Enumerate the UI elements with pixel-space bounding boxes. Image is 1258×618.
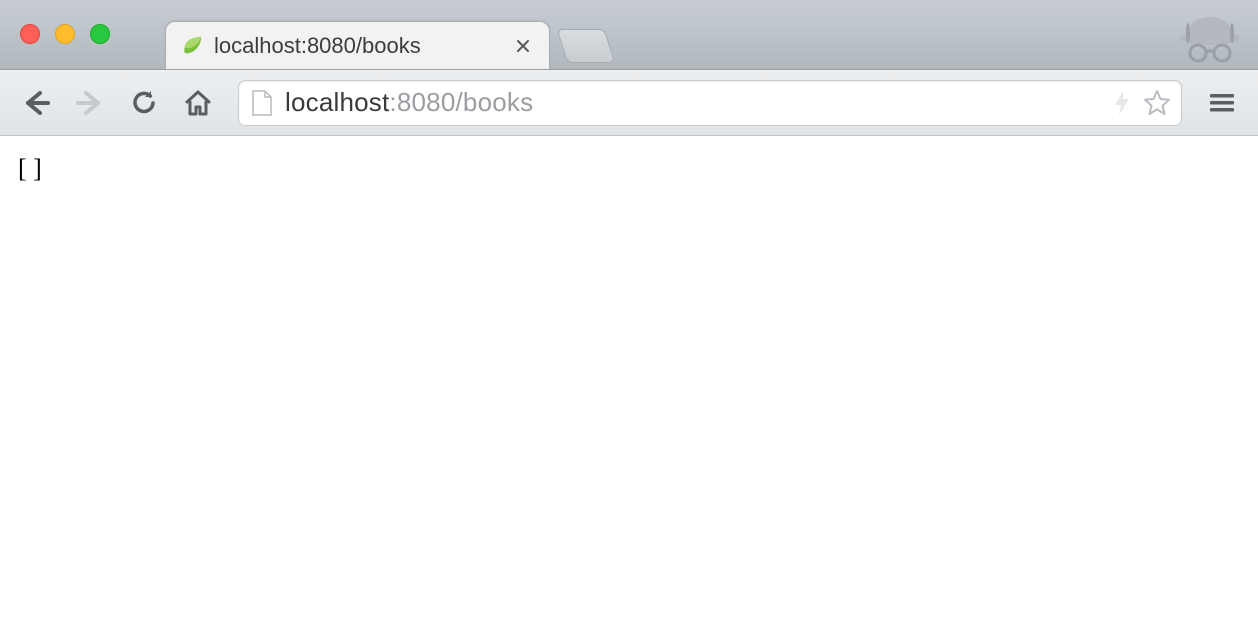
tab-title: localhost:8080/books	[214, 33, 501, 59]
tab-close-button[interactable]	[511, 34, 535, 58]
tab-strip: localhost:8080/books	[165, 0, 610, 69]
menu-button[interactable]	[1200, 81, 1244, 125]
response-body: [ ]	[18, 154, 42, 183]
incognito-icon	[1174, 8, 1246, 66]
back-button[interactable]	[14, 81, 58, 125]
bolt-icon	[1111, 89, 1133, 117]
url-path: :8080/books	[389, 87, 533, 117]
page-content: [ ]	[0, 136, 1258, 618]
address-bar[interactable]: localhost:8080/books	[238, 80, 1182, 126]
spring-leaf-icon	[180, 34, 204, 58]
tab-active[interactable]: localhost:8080/books	[165, 21, 550, 69]
toolbar: localhost:8080/books	[0, 70, 1258, 136]
bookmark-star-button[interactable]	[1143, 89, 1171, 117]
url-text: localhost:8080/books	[285, 87, 533, 118]
file-icon	[249, 90, 275, 116]
window-close-button[interactable]	[20, 24, 40, 44]
omnibox-actions	[1111, 89, 1171, 117]
window-zoom-button[interactable]	[90, 24, 110, 44]
url-host: localhost	[285, 87, 389, 117]
reload-button[interactable]	[122, 81, 166, 125]
forward-button[interactable]	[68, 81, 112, 125]
window-minimize-button[interactable]	[55, 24, 75, 44]
titlebar: localhost:8080/books	[0, 0, 1258, 70]
new-tab-button[interactable]	[556, 29, 615, 63]
home-button[interactable]	[176, 81, 220, 125]
window-controls	[20, 24, 110, 44]
